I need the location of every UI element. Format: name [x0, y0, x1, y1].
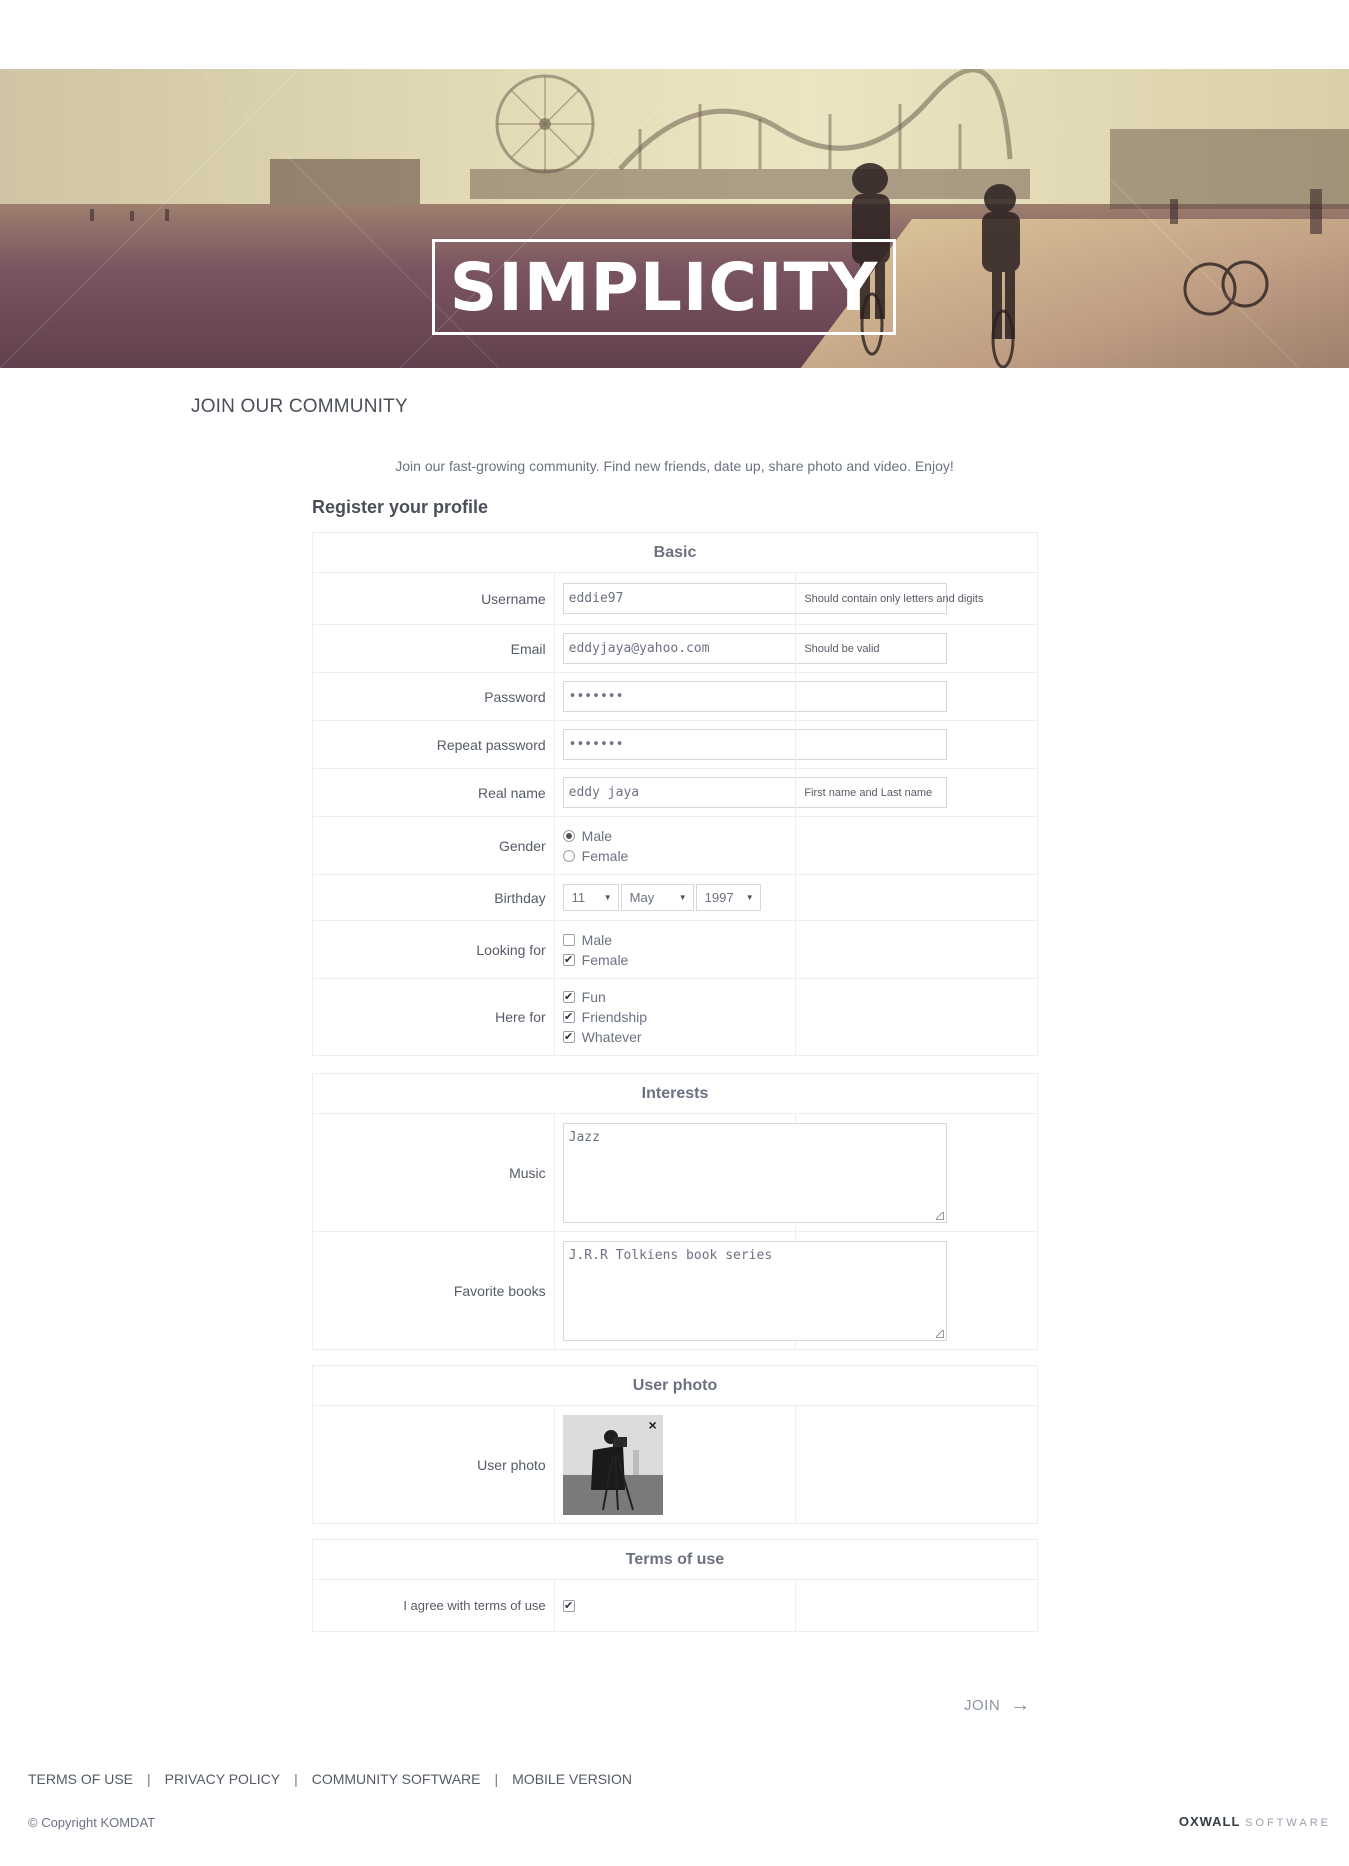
footer-links: TERMS OF USE | PRIVACY POLICY | COMMUNIT… [28, 1771, 632, 1787]
footer-link-community-software[interactable]: COMMUNITY SOFTWARE [312, 1771, 481, 1787]
looking-for-male[interactable]: Male [562, 930, 788, 950]
user-photo-section: User photo User photo × [312, 1365, 1038, 1524]
terms-agree-label: I agree with terms of use [312, 1579, 555, 1632]
basic-section-title: Basic [312, 532, 1038, 573]
here-for-whatever-checkbox[interactable]: ✔ [562, 1031, 575, 1043]
resize-handle-icon[interactable] [935, 1329, 944, 1338]
copyright-text: © Copyright KOMDAT [28, 1815, 156, 1830]
repeat-password-label: Repeat password [312, 720, 555, 769]
password-label: Password [312, 672, 555, 721]
gender-male-radio[interactable] [562, 829, 575, 842]
chevron-down-icon: ▼ [745, 893, 754, 902]
user-photo-label: User photo [312, 1405, 555, 1524]
username-hint: Should contain only letters and digits [795, 572, 1038, 625]
footer-separator: | [147, 1771, 151, 1787]
footer-link-terms[interactable]: TERMS OF USE [28, 1771, 133, 1787]
basic-section: Basic Username eddie97 Should contain on… [312, 532, 1038, 1056]
brand-light: SOFTWARE [1245, 1817, 1331, 1829]
here-for-whatever[interactable]: ✔ Whatever [562, 1027, 788, 1047]
birthday-year-select[interactable]: 1997 ▼ [695, 884, 761, 911]
terms-section-title: Terms of use [312, 1539, 1038, 1580]
footer-separator: | [494, 1771, 499, 1787]
gender-option-female[interactable]: Female [562, 846, 788, 866]
music-label: Music [312, 1113, 555, 1232]
music-textarea[interactable]: Jazz [562, 1122, 947, 1223]
header-banner: SIMPLICITY [0, 69, 1349, 368]
page-title: JOIN OUR COMMUNITY [191, 396, 408, 417]
here-for-label: Here for [312, 978, 555, 1056]
site-logo[interactable]: SIMPLICITY [432, 239, 896, 335]
here-for-fun[interactable]: ✔ Fun [562, 987, 788, 1007]
remove-photo-icon[interactable]: × [648, 1417, 656, 1433]
birthday-day-select[interactable]: 11 ▼ [562, 884, 619, 911]
arrow-right-icon: → [1010, 1694, 1031, 1716]
terms-section: Terms of use I agree with terms of use ✔ [312, 1539, 1038, 1632]
birthday-label: Birthday [312, 874, 555, 921]
oxwall-brand[interactable]: OXWALL SOFTWARE [1179, 1814, 1331, 1829]
gender-label: Gender [312, 816, 555, 875]
here-for-fun-checkbox[interactable]: ✔ [562, 991, 575, 1003]
birthday-month-select[interactable]: May ▼ [620, 884, 694, 911]
real-name-hint: First name and Last name [795, 768, 1038, 817]
looking-for-female-checkbox[interactable]: ✔ [562, 953, 575, 966]
username-label: Username [312, 572, 555, 625]
real-name-label: Real name [312, 768, 555, 817]
interests-section: Interests Music Jazz Favorite books J.R.… [312, 1073, 1038, 1350]
email-label: Email [312, 624, 555, 673]
here-for-friendship-checkbox[interactable]: ✔ [562, 1011, 575, 1023]
looking-for-label: Looking for [312, 920, 555, 979]
here-for-friendship[interactable]: ✔ Friendship [562, 1007, 788, 1027]
looking-for-male-checkbox[interactable] [562, 933, 575, 946]
terms-agree-checkbox[interactable]: ✔ [562, 1599, 575, 1612]
brand-bold: OXWALL [1178, 1814, 1241, 1829]
looking-for-female[interactable]: ✔ Female [562, 950, 788, 970]
join-button[interactable]: JOIN → [964, 1694, 1031, 1717]
join-button-label: JOIN [964, 1697, 1001, 1714]
chevron-down-icon: ▼ [603, 893, 612, 902]
favorite-books-label: Favorite books [312, 1231, 555, 1350]
footer-separator: | [294, 1771, 298, 1787]
site-logo-text: SIMPLICITY [449, 248, 879, 326]
email-hint: Should be valid [795, 624, 1038, 673]
user-photo-thumbnail[interactable]: × [562, 1414, 663, 1515]
favorite-books-textarea[interactable]: J.R.R Tolkiens book series [562, 1240, 947, 1341]
page-intro: Join our fast-growing community. Find ne… [395, 458, 954, 474]
footer-link-privacy[interactable]: PRIVACY POLICY [165, 1771, 280, 1787]
gender-female-radio[interactable] [562, 849, 575, 862]
resize-handle-icon[interactable] [935, 1211, 944, 1220]
user-photo-section-title: User photo [312, 1365, 1038, 1406]
footer-link-mobile-version[interactable]: MOBILE VERSION [512, 1771, 632, 1787]
register-title: Register your profile [312, 497, 489, 517]
chevron-down-icon: ▼ [678, 893, 687, 902]
gender-option-male[interactable]: Male [562, 826, 788, 846]
interests-section-title: Interests [312, 1073, 1038, 1114]
